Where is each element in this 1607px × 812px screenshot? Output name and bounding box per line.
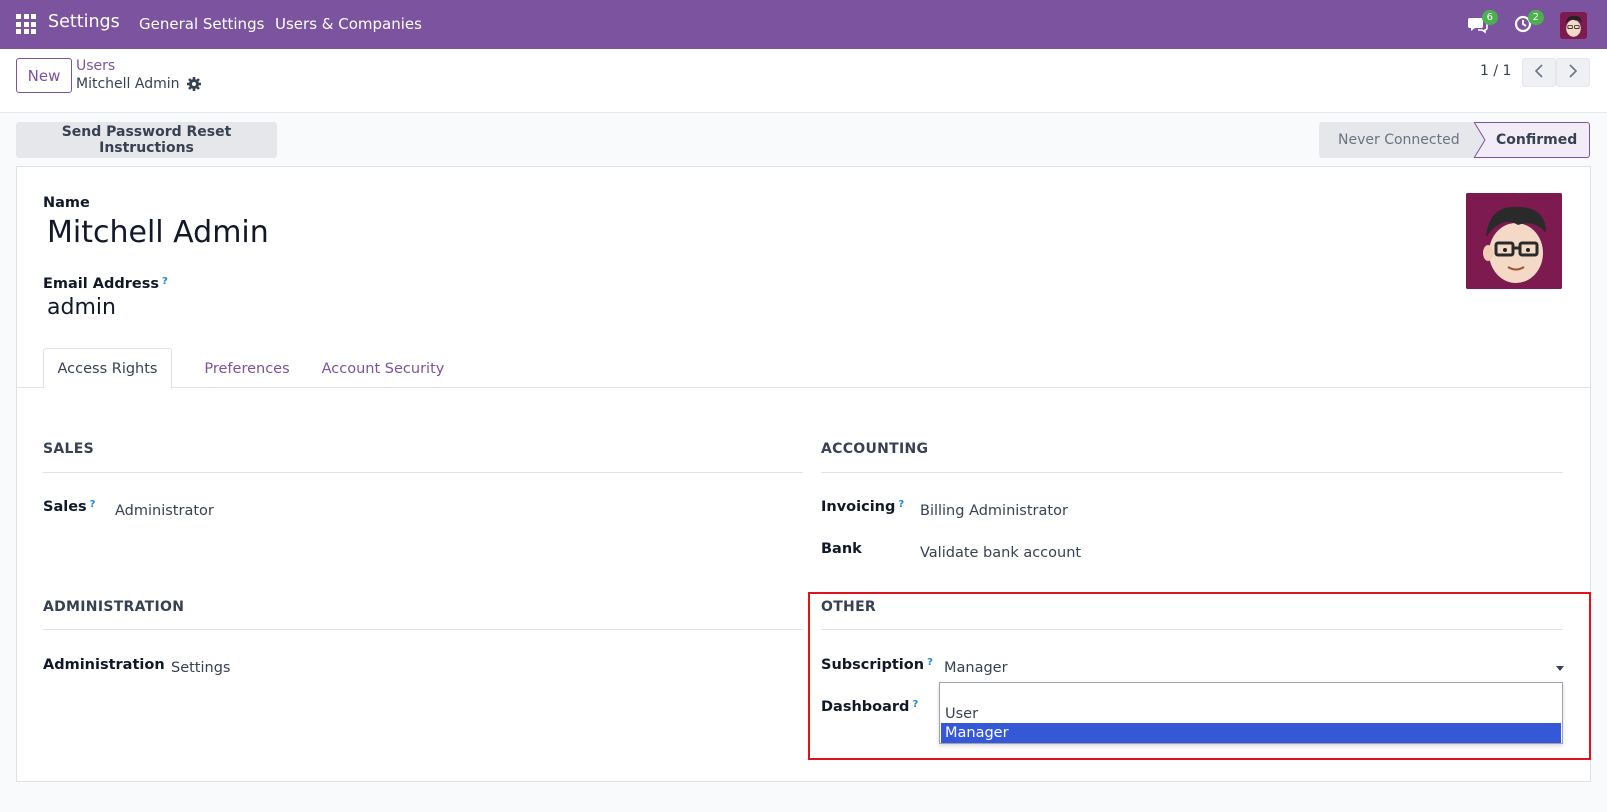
name-value[interactable]: Mitchell Admin: [47, 215, 269, 250]
user-avatar[interactable]: [1560, 12, 1587, 39]
nav-general-settings[interactable]: General Settings: [139, 15, 264, 33]
tab-preferences[interactable]: Preferences: [187, 348, 307, 389]
field-label-invoicing-text: Invoicing: [821, 499, 896, 515]
email-help-icon[interactable]: ?: [162, 276, 168, 287]
apps-grid-icon[interactable]: [16, 14, 36, 34]
name-label: Name: [43, 195, 90, 211]
field-value-administration[interactable]: Settings: [171, 660, 230, 676]
email-label-text: Email Address: [43, 276, 160, 292]
form-tabs: Access Rights Preferences Account Securi…: [17, 348, 1590, 389]
section-divider: [43, 629, 803, 630]
email-label: Email Address?: [43, 276, 168, 292]
subscription-dropdown: User Manager: [939, 682, 1563, 744]
new-button[interactable]: New: [16, 58, 72, 93]
field-label-invoicing: Invoicing?: [821, 499, 904, 515]
field-label-sales-text: Sales: [43, 499, 87, 515]
user-photo[interactable]: [1466, 193, 1562, 289]
pager-value[interactable]: 1 / 1: [1480, 63, 1511, 79]
section-title-accounting: ACCOUNTING: [821, 441, 929, 457]
field-value-invoicing[interactable]: Billing Administrator: [920, 503, 1068, 519]
section-divider: [821, 472, 1563, 473]
tab-access-rights[interactable]: Access Rights: [43, 348, 172, 389]
field-value-sales[interactable]: Administrator: [115, 503, 214, 519]
control-panel: New Users Mitchell Admin 1 / 1: [0, 49, 1607, 113]
chevron-right-icon: [1568, 63, 1578, 82]
invoicing-help-icon[interactable]: ?: [898, 499, 904, 510]
activities-badge: 2: [1527, 10, 1544, 25]
field-label-administration: Administration: [43, 657, 165, 673]
pager-previous-button[interactable]: [1522, 58, 1556, 87]
chevron-down-icon[interactable]: [1556, 666, 1564, 671]
send-password-reset-button[interactable]: Send Password Reset Instructions: [16, 122, 277, 158]
field-label-sales: Sales?: [43, 499, 95, 515]
status-confirmed[interactable]: Confirmed: [1474, 122, 1590, 158]
nav-users-companies[interactable]: Users & Companies: [275, 15, 422, 33]
top-navbar: Settings General Settings Users & Compan…: [0, 0, 1607, 49]
subscription-select-value[interactable]: Manager: [944, 660, 1008, 676]
dropdown-option-manager[interactable]: Manager: [941, 723, 1561, 743]
gear-icon[interactable]: [186, 76, 202, 92]
sales-help-icon[interactable]: ?: [90, 499, 96, 510]
activities-clock-icon[interactable]: 2: [1513, 10, 1544, 35]
status-never-connected[interactable]: Never Connected: [1319, 122, 1473, 158]
status-arrow-divider: [1471, 122, 1491, 158]
section-divider: [43, 472, 803, 473]
section-title-administration: ADMINISTRATION: [43, 599, 185, 615]
pager-next-button[interactable]: [1556, 58, 1590, 87]
breadcrumb-users[interactable]: Users: [76, 58, 115, 74]
field-value-bank[interactable]: Validate bank account: [920, 545, 1081, 561]
breadcrumb-current: Mitchell Admin: [76, 76, 180, 92]
app-brand[interactable]: Settings: [48, 12, 120, 32]
chevron-left-icon: [1534, 63, 1544, 82]
field-label-bank: Bank: [821, 541, 862, 557]
dropdown-option-user[interactable]: User: [941, 704, 1561, 724]
tab-account-security[interactable]: Account Security: [309, 348, 457, 389]
email-value[interactable]: admin: [47, 295, 116, 320]
dropdown-option-empty[interactable]: [941, 684, 1561, 704]
messages-badge: 6: [1481, 10, 1498, 25]
section-title-sales: SALES: [43, 441, 94, 457]
messages-icon[interactable]: 6: [1467, 10, 1498, 35]
